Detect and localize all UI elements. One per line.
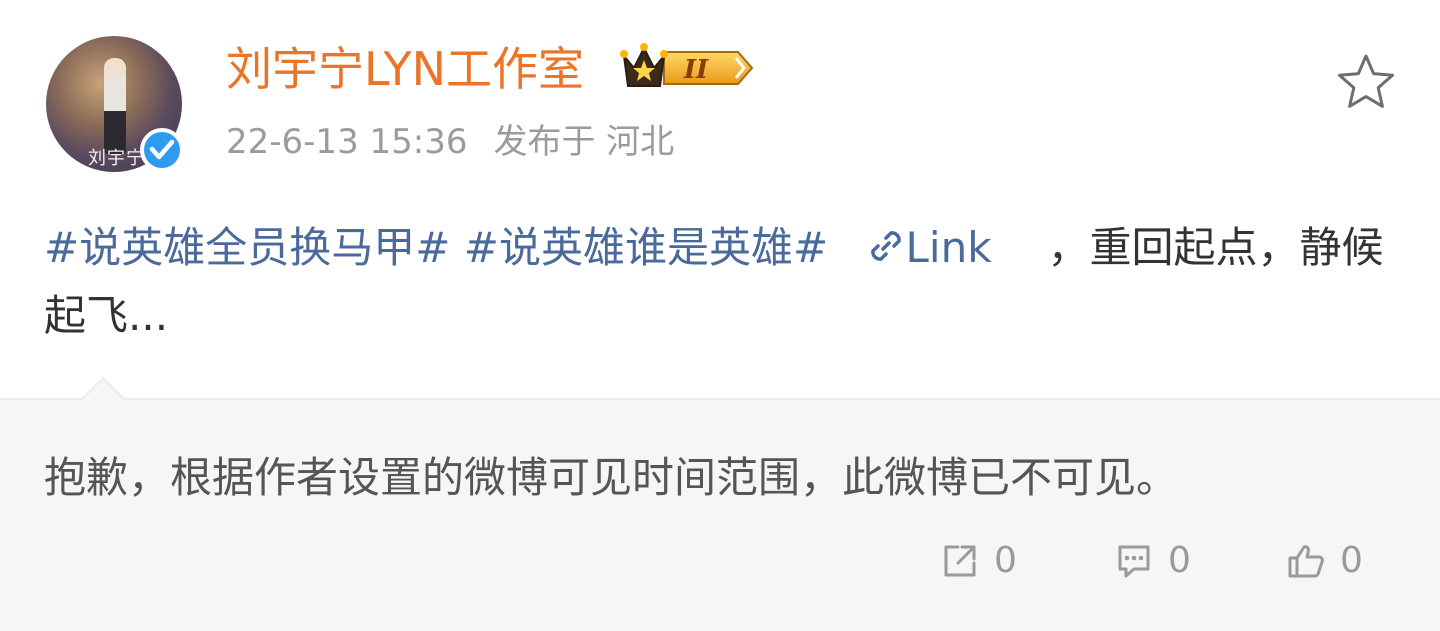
author-name[interactable]: 刘宇宁LYN工作室 (226, 38, 584, 100)
post-content: #说英雄全员换马甲# #说英雄谁是英雄# Link ，重回起点，静候起飞... (44, 214, 1404, 350)
star-outline-icon[interactable] (1336, 52, 1396, 110)
post-timestamp[interactable]: 22-6-13 15:36 (226, 122, 468, 162)
link-chain-icon (870, 231, 901, 261)
post-link[interactable]: Link (866, 223, 992, 272)
retweet-notch (81, 376, 125, 420)
like-count: 0 (1340, 540, 1363, 581)
thumbs-up-icon (1288, 544, 1324, 577)
verified-check-icon (140, 128, 184, 172)
link-label: Link (905, 223, 992, 272)
retweet-box[interactable]: 抱歉，根据作者设置的微博可见时间范围，此微博已不可见。 0 0 0 (0, 376, 1440, 631)
comment-count: 0 (1168, 540, 1191, 581)
post-location: 发布于 河北 (493, 122, 675, 162)
comment-icon (1118, 545, 1150, 577)
weibo-post-card: 刘宇宁 刘宇宁LYN工作室 II 22-6-13 15:36 发布于 河北 #说英… (0, 0, 1440, 631)
post-meta: 22-6-13 15:36 发布于 河北 (226, 118, 674, 166)
share-count: 0 (994, 540, 1017, 581)
svg-text:II: II (683, 55, 709, 85)
hashtag[interactable]: #说英雄全员换马甲# (44, 223, 450, 272)
crown-badge-icon[interactable]: II (620, 42, 756, 94)
avatar-signature: 刘宇宁 (88, 148, 145, 169)
like-button[interactable]: 0 (1286, 540, 1363, 581)
share-button[interactable]: 0 (940, 540, 1017, 581)
comment-button[interactable]: 0 (1114, 540, 1191, 581)
unavailable-notice: 抱歉，根据作者设置的微博可见时间范围，此微博已不可见。 (44, 453, 1179, 502)
hashtag[interactable]: #说英雄谁是英雄# (464, 223, 828, 272)
retweet-actions: 0 0 0 (0, 540, 1440, 596)
avatar-figure (104, 58, 126, 154)
share-icon (944, 545, 976, 576)
